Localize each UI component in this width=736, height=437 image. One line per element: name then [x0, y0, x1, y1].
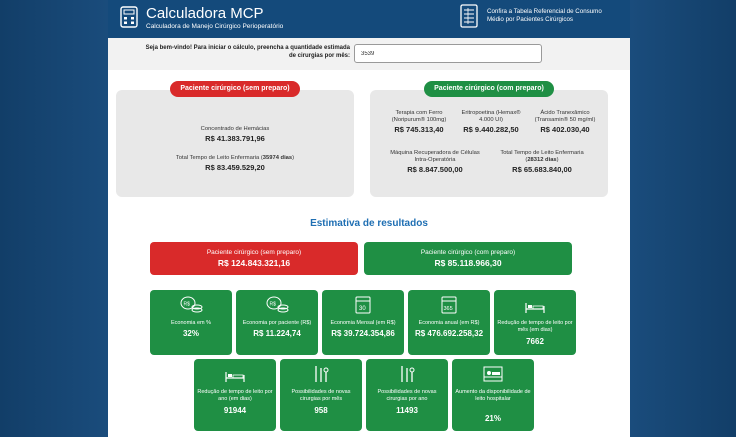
metric-value: R$ 65.683.840,00: [512, 165, 572, 174]
card-label: Possibilidades de novas cirurgias por an…: [377, 389, 437, 402]
metric-label: Total Tempo de Leito Enfermaria (35974 d…: [175, 155, 295, 161]
total-label: Paciente cirúrgico (sem preparo): [206, 249, 302, 256]
bed-icon: [225, 372, 245, 382]
result-card-bed-availability: Aumento da disponibilidade de leito hosp…: [452, 359, 534, 431]
coins-icon: R$: [266, 296, 289, 313]
metric-ward-bed-time-with: Total Tempo de Leito Enfermaria (28312 d…: [494, 150, 590, 174]
surgeries-per-month-input[interactable]: [354, 44, 542, 63]
panel-without-prep: Paciente cirúrgico (sem preparo) Concent…: [116, 81, 354, 197]
card-label: Economia anual (em R$): [418, 320, 480, 326]
metric-value: R$ 745.313,40: [394, 125, 444, 134]
svg-text:R$: R$: [270, 302, 277, 308]
welcome-prompt: Seja bem-vindo! Para iniciar o cálculo, …: [145, 45, 350, 59]
metric-value: R$ 8.847.500,00: [407, 165, 463, 174]
result-card-bed-reduction-month: Redução de tempo de leito por mês (em di…: [494, 290, 576, 355]
calculator-icon: [120, 6, 138, 28]
without-prep-title: Paciente cirúrgico (sem preparo): [170, 81, 300, 97]
surgical-tools-icon: [401, 366, 415, 382]
svg-text:365: 365: [444, 306, 453, 312]
metric-tranexamic-acid: Ácido Tranexâmico (Transamin® 50 mg/ml) …: [528, 110, 602, 134]
total-with-prep: Paciente cirúrgico (com preparo) R$ 85.1…: [364, 242, 572, 275]
card-label: Economia Mensal (em R$): [330, 320, 396, 326]
card-label: Redução de tempo de leito por mês (em di…: [497, 320, 573, 333]
result-card-new-surgeries-year: Possibilidades de novas cirurgias por an…: [366, 359, 448, 431]
result-card-savings-percent: R$ Economia em % 32%: [150, 290, 232, 355]
coins-icon: R$: [180, 296, 203, 313]
card-label: Possibilidades de novas cirurgias por mê…: [291, 389, 351, 402]
main-content: Seja bem-vindo! Para iniciar o cálculo, …: [108, 38, 630, 437]
result-card-new-surgeries-month: Possibilidades de novas cirurgias por mê…: [280, 359, 362, 431]
metric-red-cell-concentrate: Concentrado de Hemácias R$ 41.383.791,96: [156, 126, 314, 143]
card-value: R$ 11.224,74: [253, 329, 301, 338]
metric-value: R$ 402.030,40: [540, 125, 590, 134]
card-value: 7662: [526, 337, 544, 346]
result-card-annual-savings: 365 Economia anual (em R$) R$ 476.692.25…: [408, 290, 490, 355]
metric-erythropoietin: Eritropoetina (Hemax® 4.000 UI) R$ 9.440…: [456, 110, 526, 134]
welcome-bar: Seja bem-vindo! Para iniciar o cálculo, …: [108, 38, 630, 70]
svg-text:30: 30: [359, 306, 366, 312]
card-value: R$ 39.724.354,86: [331, 329, 395, 338]
background-right: [630, 0, 736, 437]
card-value: R$ 476.692.258,32: [414, 329, 484, 338]
metric-value: R$ 83.459.529,20: [205, 163, 265, 172]
with-prep-title: Paciente cirúrgico (com preparo): [424, 81, 554, 97]
table-document-icon[interactable]: [460, 4, 478, 28]
metric-ward-bed-time-without: Total Tempo de Leito Enfermaria (35974 d…: [136, 155, 334, 172]
background-left: [0, 0, 108, 437]
surgical-tools-icon: [315, 366, 329, 382]
app-header: Calculadora MCP Calculadora de Manejo Ci…: [108, 0, 630, 38]
result-card-bed-reduction-year: Redução de tempo de leito por ano (em di…: [194, 359, 276, 431]
metric-label: Máquina Recuperadora de Células Intra-Op…: [390, 150, 480, 163]
card-label: Redução de tempo de leito por ano (em di…: [197, 389, 273, 402]
metric-label: Eritropoetina (Hemax® 4.000 UI): [461, 110, 521, 123]
svg-text:R$: R$: [184, 302, 191, 308]
metric-label: Concentrado de Hemácias: [200, 126, 270, 132]
app-subtitle: Calculadora de Manejo Cirúrgico Perioper…: [146, 23, 284, 30]
app-title: Calculadora MCP: [146, 5, 264, 22]
metric-value: R$ 9.440.282,50: [463, 125, 519, 134]
total-without-prep: Paciente cirúrgico (sem preparo) R$ 124.…: [150, 242, 358, 275]
metric-iron-therapy: Terapia com Ferro (Noripurum® 100mg) R$ …: [384, 110, 454, 134]
card-value: 21%: [484, 414, 501, 423]
card-label: Aumento da disponibilidade de leito hosp…: [455, 389, 531, 402]
patient-bed-icon: [483, 366, 503, 382]
calendar-365-icon: 365: [441, 296, 457, 314]
panel-with-prep: Paciente cirúrgico (com preparo) Terapia…: [370, 81, 608, 197]
reference-table-link[interactable]: Confira a Tabela Referencial de Consumo …: [487, 8, 607, 23]
card-label: Economia em %: [170, 320, 212, 326]
metric-label: Total Tempo de Leito Enfermaria (28312 d…: [500, 150, 584, 163]
total-value: R$ 85.118.966,30: [434, 258, 502, 268]
calendar-30-icon: 30: [355, 296, 371, 314]
card-value: 11493: [396, 406, 418, 415]
card-value: 91944: [223, 406, 247, 415]
metric-cell-saver-machine: Máquina Recuperadora de Células Intra-Op…: [390, 150, 480, 174]
result-card-savings-per-patient: R$ Economia por paciente (R$) R$ 11.224,…: [236, 290, 318, 355]
total-value: R$ 124.843.321,16: [217, 258, 291, 268]
metric-label: Ácido Tranexâmico (Transamin® 50 mg/ml): [534, 110, 596, 123]
card-label: Economia por paciente (R$): [242, 320, 312, 326]
total-label: Paciente cirúrgico (com preparo): [420, 249, 516, 256]
card-value: 32%: [182, 329, 199, 338]
card-value: 958: [314, 406, 328, 415]
metric-value: R$ 41.383.791,96: [205, 134, 265, 143]
bed-icon: [525, 303, 545, 313]
results-title: Estimativa de resultados: [310, 218, 428, 229]
result-card-monthly-savings: 30 Economia Mensal (em R$) R$ 39.724.354…: [322, 290, 404, 355]
metric-label: Terapia com Ferro (Noripurum® 100mg): [391, 110, 447, 123]
